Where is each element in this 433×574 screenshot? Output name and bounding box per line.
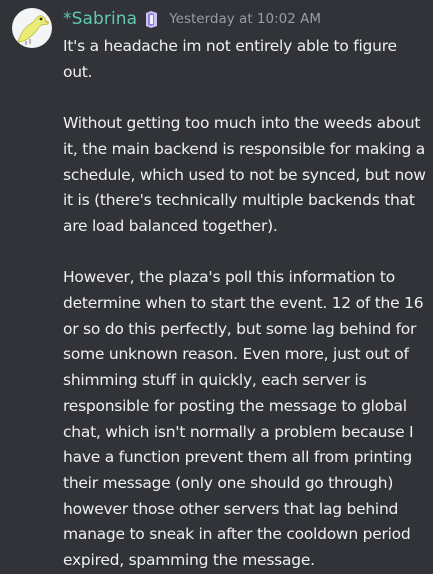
role-icon[interactable] <box>143 10 160 29</box>
message-header: *Sabrina Yesterday at 10:02 AM <box>63 6 321 32</box>
message-content: It's a headache im not entirely able to … <box>63 34 428 574</box>
user-avatar[interactable] <box>12 8 52 48</box>
message-paragraph-2: Without getting too much into the weeds … <box>63 114 426 235</box>
chat-message: *Sabrina Yesterday at 10:02 AM It's a he… <box>0 0 433 569</box>
username[interactable]: *Sabrina <box>63 9 137 29</box>
message-timestamp: Yesterday at 10:02 AM <box>169 11 321 27</box>
yellow-duck-avatar-icon <box>12 8 52 48</box>
message-paragraph-3: However, the plaza's poll this informati… <box>63 268 424 570</box>
message-paragraph-1: It's a headache im not entirely able to … <box>63 37 397 81</box>
